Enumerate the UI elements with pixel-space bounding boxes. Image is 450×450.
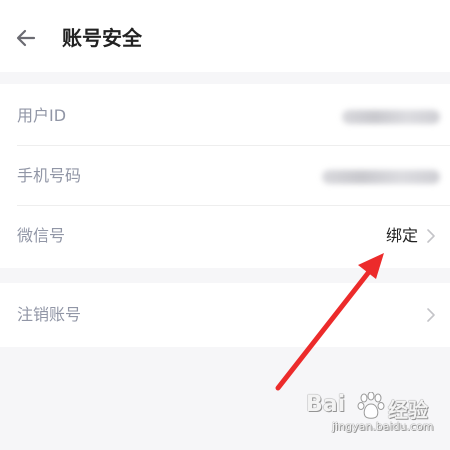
baidu-paw-icon: [357, 392, 385, 419]
back-arrow-icon: [16, 29, 36, 47]
blurred-phone-number: [322, 170, 440, 184]
page-title: 账号安全: [62, 26, 142, 50]
bind-wechat-link[interactable]: 绑定: [386, 206, 418, 266]
phone-number-row: 手机号码: [0, 146, 450, 206]
account-info-group: 用户ID 手机号码 微信号 绑定: [0, 84, 450, 268]
user-id-row: 用户ID: [0, 86, 450, 146]
back-button[interactable]: [10, 22, 42, 54]
watermark-jingyan: 经验: [388, 398, 428, 422]
wechat-row[interactable]: 微信号 绑定: [0, 206, 450, 266]
baidu-jingyan-watermark: Bai 经验 jingyan.baidu.com: [306, 392, 442, 438]
top-bar: 账号安全: [0, 0, 450, 72]
watermark-url: jingyan.baidu.com: [332, 420, 434, 433]
cancel-account-label: 注销账号: [17, 305, 82, 324]
blurred-user-id: [342, 110, 440, 124]
account-deletion-group: 注销账号: [0, 283, 450, 347]
chevron-right-icon: [427, 308, 435, 322]
watermark-brand: Bai: [306, 392, 346, 417]
chevron-right-icon: [427, 229, 435, 243]
user-id-label: 用户ID: [17, 106, 67, 125]
wechat-label: 微信号: [17, 226, 66, 245]
cancel-account-row[interactable]: 注销账号: [0, 285, 450, 345]
phone-number-label: 手机号码: [17, 166, 82, 185]
